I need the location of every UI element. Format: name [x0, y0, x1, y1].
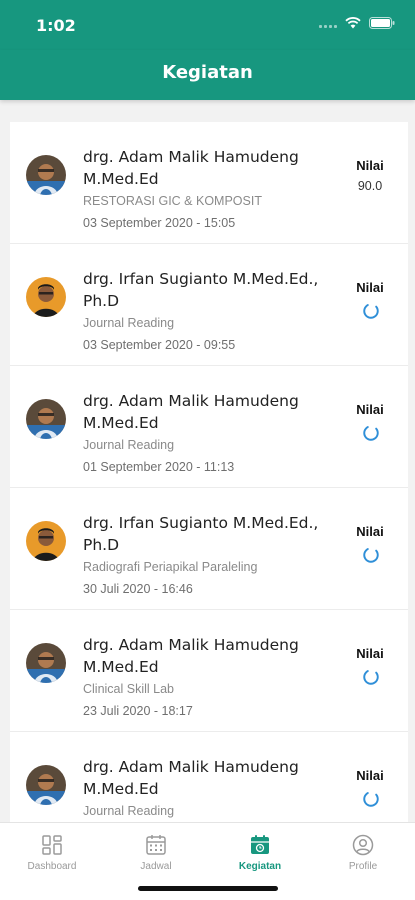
activity-row[interactable]: drg. Irfan Sugianto M.Med.Ed., Ph.D Radi… — [10, 488, 408, 610]
activity-datetime: 23 Juli 2020 - 18:17 — [83, 704, 193, 718]
nav-dashboard[interactable]: Dashboard — [2, 833, 102, 872]
loading-icon — [363, 425, 379, 441]
activity-row[interactable]: drg. Adam Malik Hamudeng M.Med.Ed Journa… — [10, 366, 408, 488]
lecturer-name: drg. Irfan Sugianto M.Med.Ed., Ph.D — [83, 270, 319, 310]
profile-icon — [352, 834, 374, 856]
activity-row[interactable]: drg. Irfan Sugianto M.Med.Ed., Ph.D Jour… — [10, 244, 408, 366]
activity-datetime: 03 September 2020 - 09:55 — [83, 338, 236, 352]
activity-subject: Journal Reading — [83, 804, 175, 818]
avatar — [26, 521, 66, 561]
lecturer-name: drg. Adam Malik Hamudeng M.Med.Ed — [83, 758, 299, 798]
loading-icon — [363, 669, 379, 685]
avatar — [26, 155, 66, 195]
lecturer-name: drg. Adam Malik Hamudeng M.Med.Ed — [83, 148, 299, 188]
status-bar: 1:02 — [0, 0, 415, 50]
lecturer-name: drg. Adam Malik Hamudeng M.Med.Ed — [83, 636, 299, 676]
activity-icon — [251, 835, 269, 854]
page-title: Kegiatan — [162, 62, 253, 83]
activity-row[interactable]: drg. Adam Malik Hamudeng M.Med.Ed RESTOR… — [10, 122, 408, 244]
nav-profile[interactable]: Profile — [313, 833, 413, 872]
lecturer-name: drg. Irfan Sugianto M.Med.Ed., Ph.D — [83, 514, 319, 554]
activity-datetime: 01 September 2020 - 11:13 — [83, 460, 235, 474]
loading-icon — [363, 791, 379, 807]
activity-row[interactable]: drg. Adam Malik Hamudeng M.Med.Ed Clinic… — [10, 610, 408, 732]
nav-jadwal[interactable]: Jadwal — [106, 833, 206, 872]
app-header: Kegiatan — [0, 50, 415, 100]
nilai-label: Nilai — [356, 646, 384, 661]
lecturer-name: drg. Adam Malik Hamudeng M.Med.Ed — [83, 392, 299, 432]
avatar — [26, 277, 66, 317]
dashboard-icon — [42, 835, 62, 855]
nav-label: Dashboard — [27, 861, 77, 872]
avatar — [26, 643, 66, 683]
activity-subject: Journal Reading — [83, 438, 175, 452]
nilai-label: Nilai — [356, 768, 384, 783]
nilai-label: Nilai — [356, 158, 384, 173]
activity-subject: Journal Reading — [83, 316, 175, 330]
nav-label: Kegiatan — [238, 861, 282, 872]
status-time: 1:02 — [36, 16, 76, 35]
activity-datetime: 03 September 2020 - 15:05 — [83, 216, 236, 230]
avatar — [26, 765, 66, 805]
loading-icon — [363, 303, 379, 319]
nav-label: Jadwal — [140, 861, 172, 872]
nilai-label: Nilai — [356, 402, 384, 417]
status-icons — [319, 17, 395, 29]
score-value: 90.0 — [357, 179, 383, 193]
nilai-label: Nilai — [356, 280, 384, 295]
battery-icon — [369, 17, 395, 29]
activity-datetime: 30 Juli 2020 - 16:46 — [83, 582, 193, 596]
activity-subject: Clinical Skill Lab — [83, 682, 175, 696]
nilai-label: Nilai — [356, 524, 384, 539]
nav-label: Profile — [348, 861, 378, 872]
avatar — [26, 399, 66, 439]
nav-kegiatan[interactable]: Kegiatan — [210, 833, 310, 872]
activity-subject: Radiografi Periapikal Paraleling — [83, 560, 258, 574]
activity-row[interactable]: drg. Adam Malik Hamudeng M.Med.Ed Journa… — [10, 732, 408, 822]
activity-subject: RESTORASI GIC & KOMPOSIT — [83, 194, 262, 208]
calendar-icon — [146, 835, 166, 855]
activity-list[interactable]: drg. Adam Malik Hamudeng M.Med.Ed RESTOR… — [10, 122, 408, 822]
signal-icon — [319, 18, 337, 28]
home-indicator — [138, 886, 278, 891]
loading-icon — [363, 547, 379, 563]
wifi-icon — [345, 17, 361, 29]
